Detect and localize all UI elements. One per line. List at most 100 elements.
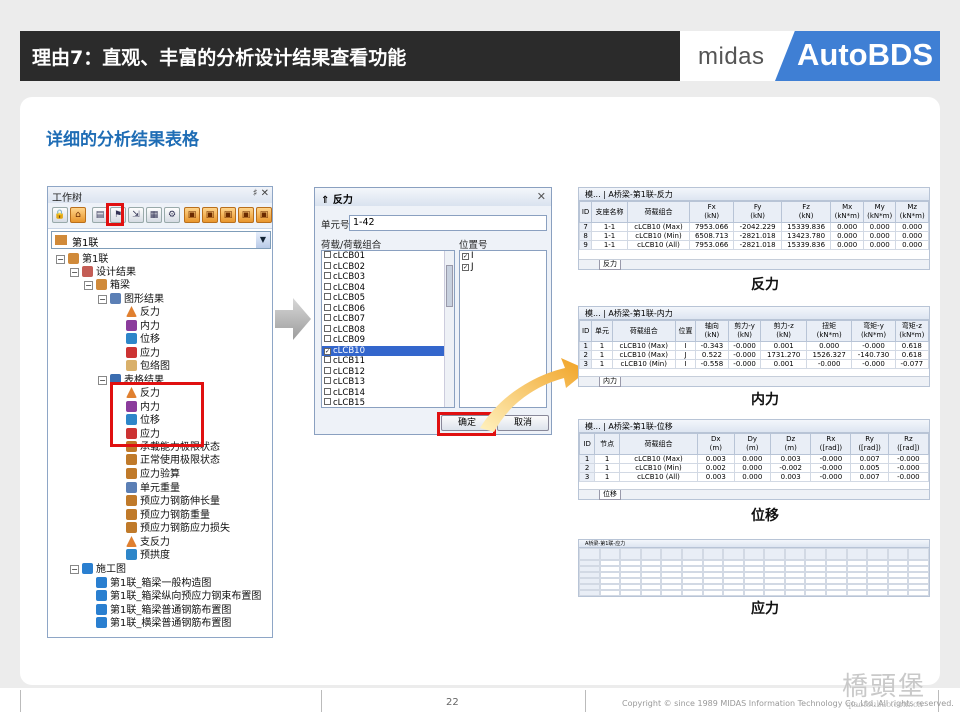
table-cell[interactable]: 0.522 bbox=[695, 350, 729, 360]
table-cell[interactable]: 0.002 bbox=[697, 463, 735, 473]
table-cell[interactable]: 0.000 bbox=[862, 240, 897, 250]
column-header[interactable]: ID bbox=[578, 433, 596, 455]
checkbox[interactable] bbox=[324, 387, 331, 395]
list-item[interactable]: cLCB15 bbox=[322, 398, 454, 407]
table-cell[interactable]: 0.000 bbox=[895, 231, 929, 241]
settings-icon[interactable]: ⚙ bbox=[164, 207, 180, 223]
column-header[interactable]: My (kN*m) bbox=[862, 201, 897, 223]
list-item[interactable]: cLCB09 bbox=[322, 335, 454, 346]
table-cell[interactable]: cLCB10 (Min) bbox=[619, 463, 699, 473]
collapse-icon[interactable]: − bbox=[98, 376, 107, 385]
table-cell[interactable]: 1 bbox=[594, 472, 621, 482]
table-cell[interactable]: 1-1 bbox=[591, 222, 628, 232]
table-cell[interactable]: -0.000 bbox=[727, 359, 762, 369]
lock-icon[interactable]: 🔒 bbox=[52, 207, 68, 223]
table-cell[interactable]: 1 bbox=[594, 463, 621, 473]
table-cell[interactable]: cLCB10 (Max) bbox=[611, 350, 676, 360]
table-cell[interactable]: -0.000 bbox=[810, 463, 852, 473]
table-cell[interactable]: 0.003 bbox=[770, 472, 812, 482]
column-header[interactable]: Rz ([rad]) bbox=[887, 433, 930, 455]
pin-close-icon[interactable]: ♯ ✕ bbox=[253, 188, 269, 199]
collapse-icon[interactable]: − bbox=[56, 255, 65, 264]
tree-item[interactable]: 正常使用极限状态 bbox=[126, 454, 220, 467]
table-cell[interactable]: -0.000 bbox=[887, 463, 930, 473]
chevron-down-icon[interactable]: ▼ bbox=[256, 232, 270, 248]
tree-item[interactable]: 反力 bbox=[126, 306, 160, 319]
table-cell[interactable]: 1 bbox=[578, 341, 593, 351]
checkbox[interactable] bbox=[324, 398, 331, 405]
tree-item[interactable]: 单元重量 bbox=[126, 482, 180, 495]
table-cell[interactable]: 0.005 bbox=[850, 463, 889, 473]
export-icon[interactable]: ⇲ bbox=[128, 207, 144, 223]
table-cell[interactable]: 1 bbox=[591, 341, 613, 351]
table-cell[interactable]: -0.077 bbox=[894, 359, 930, 369]
list-item[interactable]: cLCB12 bbox=[322, 366, 454, 378]
table-cell[interactable]: -140.730 bbox=[851, 350, 896, 360]
checkbox[interactable] bbox=[324, 261, 331, 269]
tree-item[interactable]: 第1联_箱梁纵向预应力钢束布置图 bbox=[96, 590, 261, 603]
table-cell[interactable]: cLCB10 (Min) bbox=[627, 231, 690, 241]
table-cell[interactable]: 9 bbox=[578, 240, 593, 250]
table-cell[interactable]: 3 bbox=[578, 472, 596, 482]
list-item[interactable]: cLCB14 bbox=[322, 387, 454, 399]
table-cell[interactable]: 0.003 bbox=[770, 454, 812, 464]
collapse-icon[interactable]: − bbox=[98, 295, 107, 304]
table-cell[interactable]: -2821.018 bbox=[733, 231, 782, 241]
table-cell[interactable]: 8 bbox=[578, 231, 593, 241]
checkbox[interactable] bbox=[324, 335, 331, 342]
load-combination-list[interactable]: cLCB01 cLCB02 cLCB03 cLCB04 cLCB05 cLCB0… bbox=[321, 250, 455, 408]
table-cell[interactable]: -0.000 bbox=[887, 472, 930, 482]
table-cell[interactable]: I bbox=[674, 341, 697, 351]
column-header[interactable]: Ry ([rad]) bbox=[850, 433, 889, 455]
sheet-tab[interactable]: 内力 bbox=[599, 377, 621, 387]
column-header[interactable]: 位置 bbox=[674, 320, 697, 342]
tree-item[interactable]: 第1联_箱梁一般构造图 bbox=[96, 577, 211, 590]
table-cell[interactable]: 1 bbox=[594, 454, 621, 464]
collapse-icon[interactable]: − bbox=[84, 281, 93, 290]
table-cell[interactable]: 1 bbox=[591, 350, 613, 360]
view-icon-4[interactable]: ▣ bbox=[238, 207, 254, 223]
view-icon-5[interactable]: ▣ bbox=[256, 207, 272, 223]
column-header[interactable]: 支座名称 bbox=[591, 201, 628, 223]
tree-item[interactable]: 预应力钢筋应力损失 bbox=[126, 522, 230, 535]
table-cell[interactable]: 15339.836 bbox=[780, 240, 832, 250]
table-cell[interactable]: 0.000 bbox=[733, 472, 772, 482]
column-header[interactable]: 弯矩-z (kN*m) bbox=[894, 320, 930, 342]
reaction-table-tab[interactable]: 模... | A桥梁-第1联-反力 bbox=[579, 188, 929, 201]
table-cell[interactable]: 0.000 bbox=[862, 222, 897, 232]
table-cell[interactable]: 7953.066 bbox=[688, 240, 735, 250]
column-header[interactable]: 荷载组合 bbox=[619, 433, 699, 455]
collapse-icon[interactable]: ⇑ bbox=[321, 195, 333, 206]
tree-item[interactable]: 第1联_横梁普通钢筋布置图 bbox=[96, 617, 231, 630]
checkbox-checked[interactable]: ✓ bbox=[462, 253, 469, 260]
column-header[interactable]: 节点 bbox=[594, 433, 621, 455]
table-cell[interactable]: 1526.327 bbox=[805, 350, 853, 360]
table-cell[interactable]: 0.618 bbox=[894, 350, 930, 360]
column-header[interactable]: ID bbox=[578, 201, 593, 223]
table-cell[interactable]: -0.000 bbox=[810, 472, 852, 482]
column-header[interactable]: Fy (kN) bbox=[733, 201, 782, 223]
table-cell[interactable]: -0.000 bbox=[727, 350, 762, 360]
column-header[interactable]: Fx (kN) bbox=[688, 201, 735, 223]
checkbox[interactable] bbox=[324, 324, 331, 332]
table-cell[interactable]: -0.000 bbox=[851, 359, 896, 369]
disp-table-tab[interactable]: 模... | A桥梁-第1联-位移 bbox=[579, 420, 929, 433]
tree-item[interactable]: 包络图 bbox=[126, 360, 170, 373]
table-cell[interactable]: 1-1 bbox=[591, 231, 628, 241]
checkbox[interactable] bbox=[324, 251, 331, 258]
table-cell[interactable]: -0.558 bbox=[695, 359, 729, 369]
table-cell[interactable]: -0.000 bbox=[810, 454, 852, 464]
table-cell[interactable]: 2 bbox=[578, 350, 593, 360]
table-cell[interactable]: -2042.229 bbox=[733, 222, 782, 232]
collapse-icon[interactable]: − bbox=[70, 268, 79, 277]
table-cell[interactable]: J bbox=[674, 350, 697, 360]
tree-item[interactable]: − 箱梁 bbox=[84, 279, 130, 292]
table-cell[interactable]: 1-1 bbox=[591, 240, 628, 250]
table-cell[interactable]: 0.000 bbox=[733, 463, 772, 473]
table-cell[interactable]: 0.007 bbox=[850, 454, 889, 464]
column-header[interactable]: Dx (m) bbox=[697, 433, 735, 455]
tree-item[interactable]: 第1联_箱梁普通钢筋布置图 bbox=[96, 604, 231, 617]
tree-item[interactable]: 应力验算 bbox=[126, 468, 180, 481]
column-header[interactable]: 扭矩 (kN*m) bbox=[805, 320, 853, 342]
table-cell[interactable]: 0.000 bbox=[895, 222, 929, 232]
